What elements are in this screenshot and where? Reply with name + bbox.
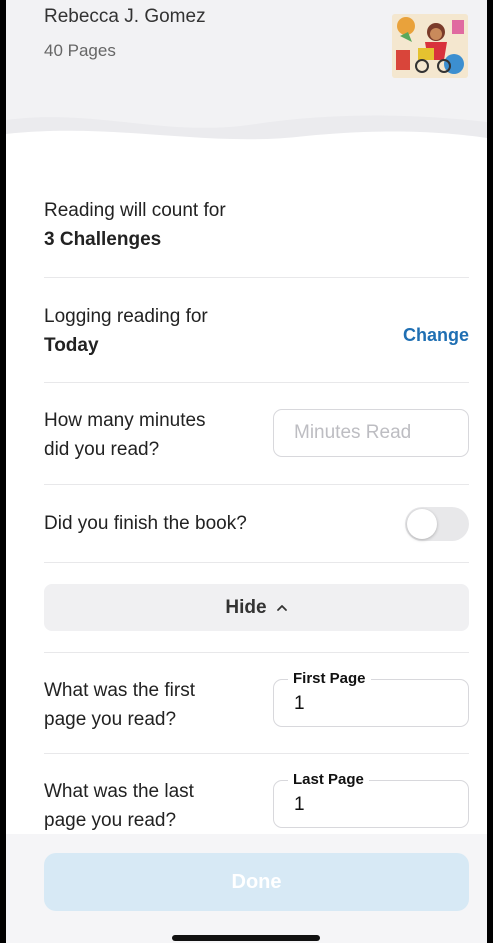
divider: [44, 753, 469, 754]
first-page-value: 1: [294, 693, 305, 714]
done-button[interactable]: Done: [44, 853, 469, 911]
finished-book-toggle[interactable]: [405, 507, 469, 541]
last-page-field[interactable]: Last Page 1: [273, 771, 469, 828]
finish-row: Did you finish the book?: [44, 507, 469, 541]
logging-row: Logging reading for Today Change: [44, 302, 469, 364]
first-page-row: What was the first page you read? First …: [44, 670, 469, 736]
challenges-label: Reading will count for: [44, 200, 226, 221]
minutes-row: How many minutes did you read?: [44, 406, 469, 464]
toggle-knob: [407, 509, 437, 539]
bottom-action-bar: Done: [6, 834, 487, 943]
last-page-value: 1: [294, 794, 305, 815]
last-page-field-label: Last Page: [288, 771, 369, 788]
phone-screen: Rebecca J. Gomez 40 Pages Reading will c…: [6, 0, 487, 943]
divider: [44, 562, 469, 563]
first-page-field-label: First Page: [288, 670, 371, 687]
first-page-field[interactable]: First Page 1: [273, 670, 469, 727]
divider: [44, 277, 469, 278]
change-date-link[interactable]: Change: [403, 325, 469, 346]
home-indicator: [172, 935, 320, 941]
challenges-count: 3 Challenges: [44, 229, 162, 250]
hide-button-label: Hide: [225, 596, 267, 618]
divider: [44, 652, 469, 653]
book-cover-image: [392, 14, 468, 78]
challenges-row: Reading will count for 3 Challenges: [44, 196, 469, 258]
chevron-up-icon: [276, 604, 287, 611]
book-author: Rebecca J. Gomez: [44, 6, 206, 27]
book-header: Rebecca J. Gomez 40 Pages: [6, 0, 487, 155]
minutes-read-input[interactable]: [273, 409, 469, 457]
divider: [44, 382, 469, 383]
last-page-row: What was the last page you read? Last Pa…: [44, 771, 469, 837]
header-wave: [6, 115, 487, 155]
book-page-count: 40 Pages: [44, 41, 116, 60]
divider: [44, 484, 469, 485]
hide-button[interactable]: Hide: [44, 584, 469, 631]
